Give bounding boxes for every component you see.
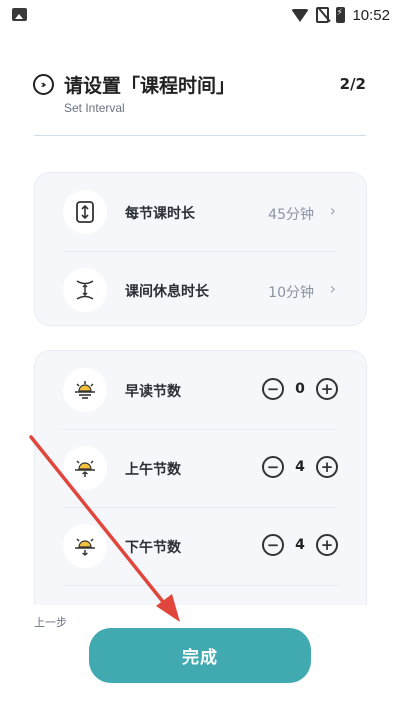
morning-reading-stepper: − 0 + xyxy=(262,378,338,400)
period-counts-card: 早读节数 − 0 + 上午节数 − 4 + 下午节数 − 4 + xyxy=(34,350,367,605)
row-divider xyxy=(63,585,338,586)
status-time: 10:52 xyxy=(352,6,390,24)
status-bar: 10:52 xyxy=(0,0,400,30)
chevron-right-icon: › xyxy=(329,279,336,298)
vertical-expand-icon xyxy=(63,190,107,234)
afternoon-periods-stepper: − 4 + xyxy=(262,534,338,556)
morning-reading-row: 早读节数 − 0 + xyxy=(35,351,366,429)
page-subtitle: Set Interval xyxy=(64,101,125,115)
morning-reading-label: 早读节数 xyxy=(125,384,181,400)
minus-button[interactable]: − xyxy=(262,534,284,556)
previous-step-link[interactable]: 上一步 xyxy=(34,614,67,630)
morning-periods-row: 上午节数 − 4 + xyxy=(35,429,366,507)
minus-button[interactable]: − xyxy=(262,378,284,400)
sun-up-icon xyxy=(63,446,107,490)
duration-settings-card: 每节课时长 45分钟 › 课间休息时长 10分钟 › xyxy=(34,172,367,326)
step-indicator: 2/2 xyxy=(339,75,366,93)
header-divider xyxy=(34,135,366,136)
morning-periods-label: 上午节数 xyxy=(125,462,181,478)
break-duration-label: 课间休息时长 xyxy=(125,284,209,300)
morning-periods-count: 4 xyxy=(295,459,305,475)
minus-button[interactable]: − xyxy=(262,456,284,478)
image-icon xyxy=(12,8,27,21)
afternoon-periods-count: 4 xyxy=(295,537,305,553)
lesson-duration-value: 45分钟 xyxy=(268,207,314,223)
lesson-duration-label: 每节课时长 xyxy=(125,206,195,222)
morning-reading-count: 0 xyxy=(295,381,305,397)
sunrise-icon xyxy=(63,368,107,412)
page-title: 请设置「课程时间」 xyxy=(64,75,236,97)
wifi-icon xyxy=(291,8,310,22)
morning-periods-stepper: − 4 + xyxy=(262,456,338,478)
afternoon-periods-label: 下午节数 xyxy=(125,540,181,556)
done-button[interactable]: 完成 xyxy=(89,628,311,683)
no-sim-icon xyxy=(316,7,330,23)
sun-down-icon xyxy=(63,524,107,568)
break-interval-icon xyxy=(63,268,107,312)
plus-button[interactable]: + xyxy=(316,456,338,478)
plus-button[interactable]: + xyxy=(316,534,338,556)
break-duration-row[interactable]: 课间休息时长 10分钟 › xyxy=(35,251,366,329)
afternoon-periods-row: 下午节数 − 4 + xyxy=(35,507,366,585)
status-icons: 10:52 xyxy=(291,5,390,25)
plus-button[interactable]: + xyxy=(316,378,338,400)
lesson-duration-row[interactable]: 每节课时长 45分钟 › xyxy=(35,173,366,251)
battery-charging-icon xyxy=(336,7,346,23)
double-chevron-right-circle-icon: ›› xyxy=(33,74,54,95)
chevron-right-icon: › xyxy=(329,201,336,220)
break-duration-value: 10分钟 xyxy=(268,285,314,301)
